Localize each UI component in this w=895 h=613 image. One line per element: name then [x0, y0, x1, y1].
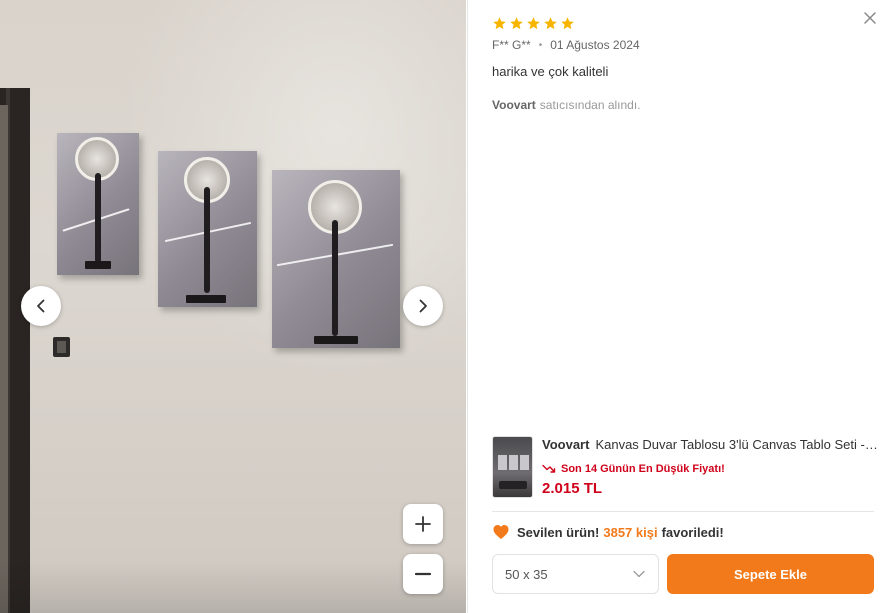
chevron-left-icon: [37, 299, 45, 313]
review-author: F** G**: [492, 38, 531, 52]
star-icon: [544, 17, 557, 30]
zoom-out-button[interactable]: [403, 554, 443, 594]
star-icon: [561, 17, 574, 30]
chevron-down-icon: [633, 570, 645, 578]
light-switch: [53, 337, 70, 357]
meta-separator: •: [538, 39, 543, 51]
product-name: Kanvas Duvar Tablosu 3'lü Canvas Tablo S…: [595, 437, 880, 452]
favorites-prefix: Sevilen ürün!: [517, 524, 600, 540]
review-date: 01 Ağustos 2024: [550, 38, 640, 52]
review-text: harika ve çok kaliteli: [492, 64, 609, 79]
next-photo-button[interactable]: [403, 286, 443, 326]
product-card[interactable]: Voovart Kanvas Duvar Tablosu 3'lü Canvas …: [492, 436, 880, 498]
size-select[interactable]: 50 x 35: [492, 554, 659, 594]
trend-down-icon: [542, 464, 556, 473]
favorites-count: 3857 kişi: [603, 524, 658, 540]
floor-shadow: [0, 560, 466, 613]
add-to-cart-button[interactable]: Sepete Ekle: [667, 554, 874, 594]
chevron-right-icon: [419, 299, 427, 313]
divider: [492, 511, 874, 512]
plus-icon: [415, 516, 431, 532]
rating-stars: [492, 16, 575, 31]
review-photo-viewer: [0, 0, 466, 613]
seller-name[interactable]: Voovart: [492, 98, 536, 112]
review-detail-panel: F** G** • 01 Ağustos 2024 harika ve çok …: [467, 0, 895, 613]
minus-icon: [414, 572, 432, 576]
canvas-panel-right: [272, 170, 400, 348]
product-price: 2.015 TL: [542, 480, 603, 497]
size-select-value: 50 x 35: [505, 566, 548, 582]
star-icon: [493, 17, 506, 30]
star-icon: [527, 17, 540, 30]
canvas-panel-left: [57, 133, 139, 275]
review-meta: F** G** • 01 Ağustos 2024: [492, 38, 640, 52]
door-edge: [0, 105, 8, 613]
close-icon[interactable]: [863, 11, 877, 25]
lowest-price-label: Son 14 Günün En Düşük Fiyatı!: [561, 463, 725, 475]
favorites-info: Sevilen ürün! 3857 kişi favoriledi!: [492, 523, 724, 541]
star-icon: [510, 17, 523, 30]
lowest-price-badge: Son 14 Günün En Düşük Fiyatı!: [542, 463, 725, 475]
zoom-in-button[interactable]: [403, 504, 443, 544]
favorites-suffix: favoriledi!: [661, 524, 724, 540]
product-brand: Voovart: [542, 437, 590, 452]
seller-line: Voovart satıcısından alındı.: [492, 98, 641, 112]
heart-icon: [493, 525, 509, 539]
seller-suffix: satıcısından alındı.: [539, 98, 641, 112]
product-title[interactable]: Voovart Kanvas Duvar Tablosu 3'lü Canvas …: [542, 437, 880, 452]
canvas-panel-middle: [158, 151, 257, 307]
product-thumbnail[interactable]: [492, 436, 533, 498]
previous-photo-button[interactable]: [21, 286, 61, 326]
